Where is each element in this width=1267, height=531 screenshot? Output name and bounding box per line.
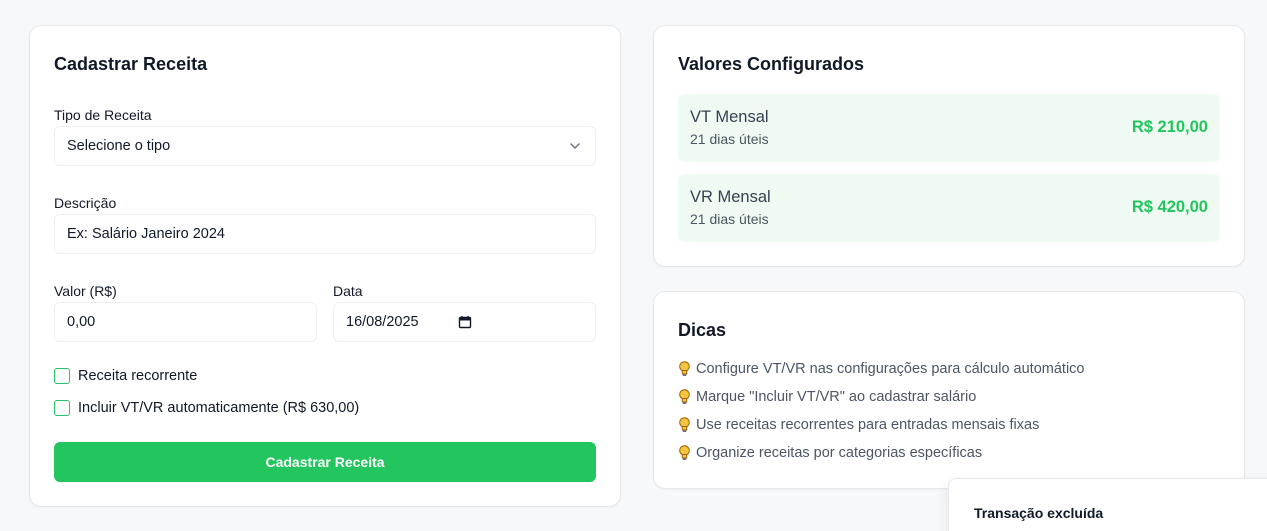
tips-title: Dicas bbox=[678, 320, 727, 340]
recurring-label: Receita recorrente bbox=[78, 368, 198, 384]
date-label: Data bbox=[333, 283, 363, 299]
recurring-checkbox[interactable] bbox=[54, 368, 70, 384]
description-input[interactable]: Ex: Salário Janeiro 2024 bbox=[54, 214, 596, 254]
description-placeholder: Ex: Salário Janeiro 2024 bbox=[67, 226, 225, 242]
vt-amount: R$ 210,00 bbox=[1131, 118, 1208, 136]
chevron-down-icon bbox=[570, 143, 580, 149]
vt-subtitle: 21 dias úteis bbox=[690, 131, 769, 147]
amount-placeholder: 0,00 bbox=[67, 314, 96, 330]
type-select-value: Selecione o tipo bbox=[67, 138, 171, 154]
toast-title: Transação excluída bbox=[974, 505, 1104, 521]
vr-title: VR Mensal bbox=[690, 188, 771, 206]
form-title: Cadastrar Receita bbox=[54, 54, 208, 74]
tip-text: Organize receitas por categorias específ… bbox=[696, 445, 983, 461]
include-vtvr-option[interactable]: Incluir VT/VR automaticamente (R$ 630,00… bbox=[54, 400, 359, 416]
include-vtvr-checkbox[interactable] bbox=[54, 400, 70, 416]
include-vtvr-label: Incluir VT/VR automaticamente (R$ 630,00… bbox=[78, 400, 360, 416]
date-input[interactable]: 16/08/2025 bbox=[333, 302, 596, 342]
values-title: Valores Configurados bbox=[678, 54, 865, 74]
date-value: 16/08/2025 bbox=[346, 314, 419, 330]
amount-input[interactable]: 0,00 bbox=[54, 302, 317, 342]
tips-card: Dicas Configure VT/VR nas configurações … bbox=[653, 291, 1245, 489]
vt-value-box: VT Mensal 21 dias úteis R$ 210,00 bbox=[678, 94, 1220, 162]
lightbulb-icon bbox=[679, 361, 690, 376]
toast-notification[interactable]: Transação excluída bbox=[948, 478, 1267, 531]
tip-item: Marque "Incluir VT/VR" ao cadastrar salá… bbox=[678, 389, 976, 405]
tip-item: Organize receitas por categorias específ… bbox=[678, 445, 982, 461]
tip-text: Marque "Incluir VT/VR" ao cadastrar salá… bbox=[696, 389, 977, 405]
submit-button[interactable]: Cadastrar Receita bbox=[54, 442, 596, 482]
vr-value-box: VR Mensal 21 dias úteis R$ 420,00 bbox=[678, 174, 1220, 242]
vr-subtitle: 21 dias úteis bbox=[690, 211, 769, 227]
type-label: Tipo de Receita bbox=[54, 107, 152, 123]
vr-amount: R$ 420,00 bbox=[1131, 198, 1208, 216]
tip-text: Configure VT/VR nas configurações para c… bbox=[696, 361, 1085, 377]
tip-item: Configure VT/VR nas configurações para c… bbox=[678, 361, 1084, 377]
description-label: Descrição bbox=[54, 195, 117, 211]
amount-label: Valor (R$) bbox=[54, 283, 117, 299]
calendar-icon[interactable] bbox=[458, 315, 472, 329]
lightbulb-icon bbox=[679, 389, 690, 404]
recurring-option[interactable]: Receita recorrente bbox=[54, 368, 197, 384]
tip-text: Use receitas recorrentes para entradas m… bbox=[696, 417, 1040, 433]
lightbulb-icon bbox=[679, 417, 690, 432]
vt-title: VT Mensal bbox=[690, 108, 769, 126]
tip-item: Use receitas recorrentes para entradas m… bbox=[678, 417, 1039, 433]
type-select[interactable]: Selecione o tipo bbox=[54, 126, 596, 166]
lightbulb-icon bbox=[679, 445, 690, 460]
configured-values-card: Valores Configurados VT Mensal 21 dias ú… bbox=[653, 25, 1245, 267]
income-form-card: Cadastrar Receita Tipo de Receita Seleci… bbox=[29, 25, 621, 507]
